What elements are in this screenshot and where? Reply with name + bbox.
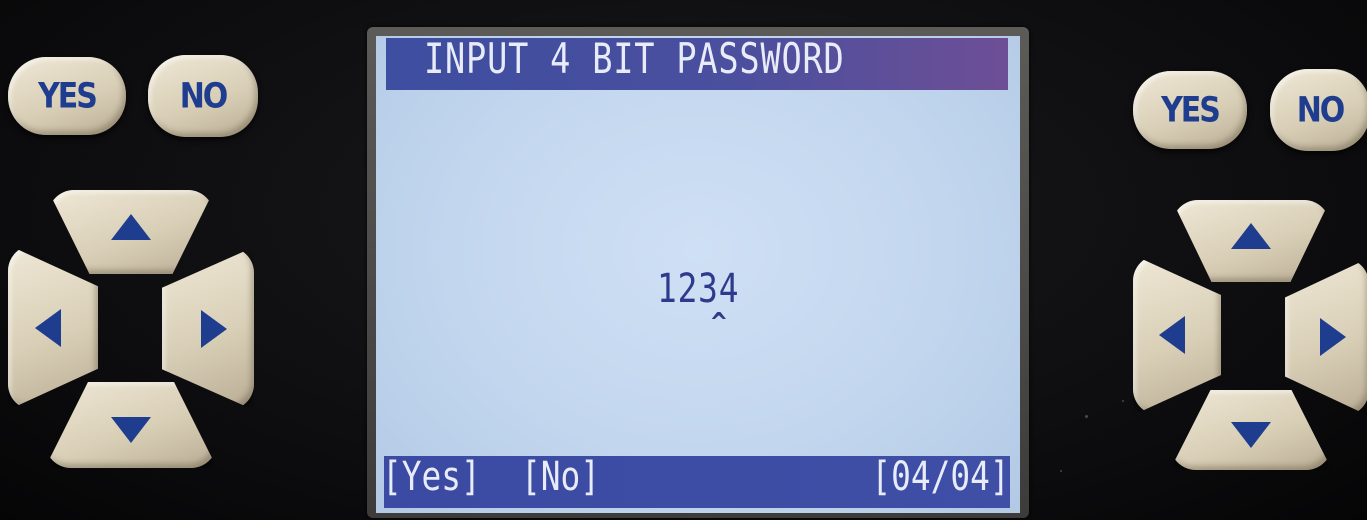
right-no-button[interactable]: NO xyxy=(1270,69,1367,151)
right-yes-label: YES xyxy=(1161,89,1221,131)
right-yes-button[interactable]: YES xyxy=(1133,71,1247,149)
arrow-left-icon xyxy=(1159,316,1185,354)
right-up-button[interactable] xyxy=(1172,200,1330,282)
right-down-button[interactable] xyxy=(1170,390,1332,470)
left-up-button[interactable] xyxy=(48,190,214,274)
dust-speck xyxy=(1122,400,1124,402)
footer-yes-option[interactable]: [Yes] xyxy=(382,454,481,500)
page-indicator: [04/04] xyxy=(871,454,1010,500)
dust-speck xyxy=(1060,470,1062,472)
arrow-up-icon xyxy=(1231,223,1271,249)
dust-speck xyxy=(1085,415,1088,418)
arrow-up-icon xyxy=(111,214,151,240)
device-panel: YES NO INPUT 4 BIT PASSWORD 1234 ^ [Yes]… xyxy=(0,0,1367,520)
footer-no-option[interactable]: [No] xyxy=(521,454,600,500)
screen-title: INPUT 4 BIT PASSWORD xyxy=(424,36,845,83)
arrow-left-icon xyxy=(35,308,61,347)
left-left-button[interactable] xyxy=(8,245,98,410)
left-down-button[interactable] xyxy=(45,382,217,468)
input-cursor: ^ xyxy=(711,308,727,338)
arrow-right-icon xyxy=(201,309,227,348)
password-display: 1234 xyxy=(376,266,1020,312)
right-left-button[interactable] xyxy=(1133,255,1221,415)
password-value[interactable]: 1234 xyxy=(657,266,739,312)
lcd-screen: INPUT 4 BIT PASSWORD 1234 ^ [Yes] [No] [… xyxy=(376,36,1020,513)
right-right-button[interactable] xyxy=(1285,258,1367,416)
left-no-label: NO xyxy=(179,75,229,117)
left-yes-button[interactable]: YES xyxy=(8,57,126,135)
screen-footer-bar: [Yes] [No] [04/04] xyxy=(382,454,1010,508)
arrow-down-icon xyxy=(1231,422,1271,448)
right-no-label: NO xyxy=(1296,89,1346,131)
arrow-down-icon xyxy=(111,417,151,443)
left-right-button[interactable] xyxy=(162,247,254,410)
left-no-button[interactable]: NO xyxy=(148,55,258,137)
arrow-right-icon xyxy=(1320,318,1346,356)
left-yes-label: YES xyxy=(38,75,98,117)
screen-title-bar: INPUT 4 BIT PASSWORD xyxy=(386,36,1008,90)
